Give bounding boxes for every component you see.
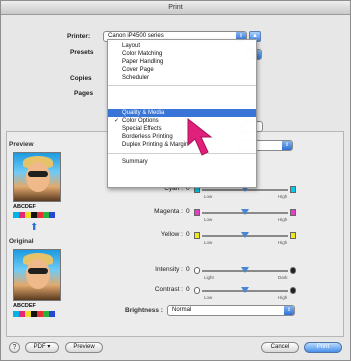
menu-item[interactable]: Cover Page: [108, 66, 256, 74]
slider-value: 0: [186, 208, 190, 215]
slider-knob[interactable]: [241, 287, 249, 293]
brightness-popup[interactable]: Normal ⇕: [167, 305, 295, 316]
slider-label: Contrast :: [154, 286, 183, 293]
menu-item[interactable]: ✓ Color Options: [108, 117, 256, 125]
pdf-button[interactable]: PDF ▾: [25, 342, 59, 353]
color-swatch-start: [194, 209, 200, 216]
slider-knob[interactable]: [241, 267, 249, 273]
slider-low-label: Low: [204, 194, 213, 199]
slider-knob[interactable]: [241, 209, 249, 215]
slider-low-label: Light: [204, 275, 214, 280]
preview-sample-text: ABCDEF: [13, 204, 36, 210]
help-icon: ?: [12, 344, 17, 351]
menu-item-label: Borderless Printing: [122, 134, 173, 140]
menu-item-label: Quality & Media: [122, 110, 165, 116]
pointer-arrow-icon: [187, 117, 213, 156]
color-swatch-end: [290, 186, 296, 193]
menu-item[interactable]: Summary: [108, 158, 256, 166]
menu-item[interactable]: Paper Handling: [108, 58, 256, 66]
preview-label: Preview: [9, 141, 34, 148]
slider-low-label: Low: [204, 295, 213, 300]
popup-arrows-icon: ⇕: [284, 306, 294, 315]
menu-item[interactable]: Scheduler: [108, 74, 256, 82]
menu-item-label: Special Effects: [122, 126, 162, 132]
menu-item[interactable]: Quality & Media: [108, 109, 256, 117]
slider-label: Intensity :: [155, 266, 183, 273]
slider-high-label: High: [278, 240, 288, 245]
slider-label: Yellow :: [160, 231, 183, 238]
slider-label: Magenta :: [154, 208, 183, 215]
copies-label: Copies: [70, 75, 92, 82]
menu-item[interactable]: Special Effects: [108, 125, 256, 133]
color-swatch-end: [290, 209, 296, 216]
slider-high-label: High: [278, 194, 288, 199]
menu-item[interactable]: Duplex Printing & Margin: [108, 141, 256, 149]
slider-value: 0: [186, 286, 190, 293]
menu-item[interactable]: Color Matching: [108, 50, 256, 58]
menu-item[interactable]: Layout: [108, 42, 256, 50]
tone-swatch-start: [194, 287, 200, 294]
slider-high-label: High: [278, 295, 288, 300]
brightness-label: Brightness :: [125, 307, 163, 314]
preview-button[interactable]: Preview: [65, 342, 103, 353]
original-label: Original: [9, 238, 34, 245]
panel-menu: Layout Color Matching Paper Handling Cover …: [107, 39, 257, 188]
preview-swatches: [13, 212, 55, 218]
checkmark-icon: ✓: [114, 118, 120, 124]
menu-item[interactable]: Borderless Printing: [108, 133, 256, 141]
popup-arrows-icon: ⇕: [282, 141, 292, 150]
color-swatch-end: [290, 232, 296, 239]
original-image: [13, 249, 61, 301]
tone-swatch-end: [290, 287, 296, 294]
menu-item-label: Color Options: [122, 118, 159, 124]
slider-high-label: Dark: [278, 275, 288, 280]
window-title: Print: [1, 1, 350, 15]
slider-value: 0: [186, 266, 190, 273]
menu-separator: [108, 153, 256, 154]
slider-knob[interactable]: [241, 232, 249, 238]
menu-separator: [108, 85, 256, 86]
preview-image: [13, 152, 61, 202]
help-button[interactable]: ?: [9, 342, 20, 353]
slider-low-label: Low: [204, 240, 213, 245]
presets-label: Presets: [70, 49, 94, 56]
print-button[interactable]: Print: [304, 342, 342, 353]
original-sample-text: ABCDEF: [13, 303, 36, 309]
tone-swatch-start: [194, 267, 200, 274]
slider-low-label: Low: [204, 217, 213, 222]
slider-high-label: High: [278, 217, 288, 222]
brightness-value: Normal: [172, 307, 192, 313]
printer-label: Printer:: [67, 33, 91, 40]
arrow-up-icon: ⬆: [30, 222, 39, 233]
pages-label: Pages: [74, 90, 94, 97]
original-swatches: [13, 311, 55, 317]
slider-value: 0: [186, 231, 190, 238]
cancel-button[interactable]: Cancel: [261, 342, 299, 353]
menu-item-label: Duplex Printing & Margin: [122, 142, 189, 148]
tone-swatch-end: [290, 267, 296, 274]
color-swatch-start: [194, 232, 200, 239]
